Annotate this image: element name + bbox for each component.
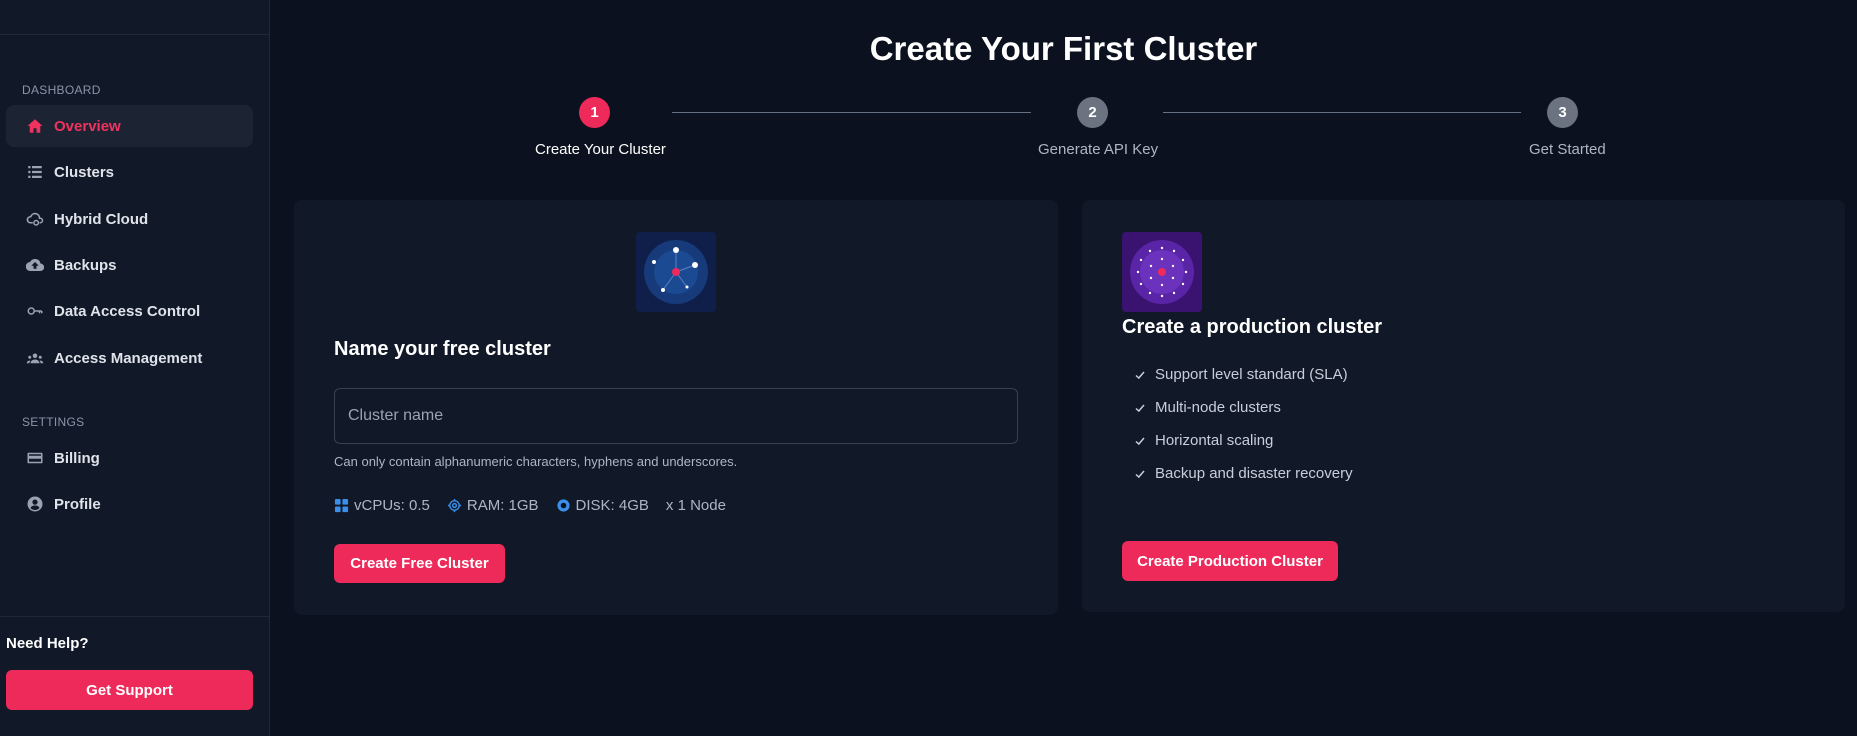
create-production-cluster-button[interactable]: Create Production Cluster: [1122, 541, 1338, 581]
credit-card-icon: [26, 449, 44, 467]
section-label-settings: SETTINGS: [22, 415, 85, 429]
sidebar: DASHBOARD Overview Clusters Hybrid Cloud…: [0, 0, 270, 736]
step-3-indicator: 3: [1547, 97, 1578, 128]
sidebar-item-label: Access Management: [54, 349, 203, 367]
sidebar-item-profile[interactable]: Profile: [6, 483, 253, 525]
section-label-dashboard: DASHBOARD: [22, 83, 101, 97]
memory-icon: [447, 498, 462, 513]
list-item: Multi-node clusters: [1134, 391, 1353, 424]
disk-spec: DISK: 4GB: [556, 497, 649, 514]
check-icon: [1134, 402, 1146, 414]
free-cluster-title: Name your free cluster: [334, 338, 551, 360]
sidebar-bottom-divider: [0, 616, 269, 617]
step-2-indicator: 2: [1077, 97, 1108, 128]
home-icon: [26, 117, 44, 135]
step-2-label: Generate API Key: [1038, 141, 1159, 158]
list-item: Support level standard (SLA): [1134, 358, 1353, 391]
feature-text: Multi-node clusters: [1155, 399, 1281, 416]
step-connector: [672, 112, 1031, 113]
cluster-specs: vCPUs: 0.5 RAM: 1GB DISK: 4GB x 1 Node: [334, 497, 743, 514]
sidebar-item-label: Billing: [54, 449, 100, 467]
user-circle-icon: [26, 495, 44, 513]
cluster-name-input[interactable]: [334, 388, 1018, 444]
list-item: Backup and disaster recovery: [1134, 457, 1353, 490]
cloud-cog-icon: [26, 210, 44, 228]
create-free-cluster-button[interactable]: Create Free Cluster: [334, 544, 505, 583]
sidebar-item-label: Profile: [54, 495, 101, 513]
feature-text: Support level standard (SLA): [1155, 366, 1348, 383]
disk-spec-text: DISK: 4GB: [575, 497, 649, 514]
list-icon: [26, 163, 44, 181]
key-icon: [26, 302, 44, 320]
disk-icon: [556, 498, 571, 513]
sidebar-item-access-management[interactable]: Access Management: [6, 337, 253, 379]
page-title: Create Your First Cluster: [869, 30, 1258, 67]
sidebar-item-overview[interactable]: Overview: [6, 105, 253, 147]
step-1-indicator: 1: [579, 97, 610, 128]
step-connector: [1163, 112, 1521, 113]
get-support-button[interactable]: Get Support: [6, 670, 253, 710]
vcpu-spec: vCPUs: 0.5: [334, 497, 430, 514]
step-3-label: Get Started: [1529, 141, 1606, 158]
sidebar-item-data-access-control[interactable]: Data Access Control: [6, 290, 253, 332]
check-icon: [1134, 435, 1146, 447]
users-icon: [26, 349, 44, 367]
step-1-label: Create Your Cluster: [535, 141, 666, 158]
sidebar-top-divider: [0, 34, 269, 35]
list-item: Horizontal scaling: [1134, 424, 1353, 457]
ram-spec: RAM: 1GB: [447, 497, 539, 514]
sidebar-item-clusters[interactable]: Clusters: [6, 151, 253, 193]
vcpu-spec-text: vCPUs: 0.5: [354, 497, 430, 514]
sidebar-item-billing[interactable]: Billing: [6, 437, 253, 479]
cluster-name-hint: Can only contain alphanumeric characters…: [334, 454, 738, 469]
sidebar-item-label: Overview: [54, 117, 121, 135]
sidebar-item-backups[interactable]: Backups: [6, 244, 253, 286]
cloud-upload-icon: [26, 256, 44, 274]
nodes-spec: x 1 Node: [665, 497, 726, 514]
need-help-label: Need Help?: [6, 635, 89, 652]
free-cluster-logo-icon: [636, 232, 716, 312]
free-cluster-card: Name your free cluster Can only contain …: [294, 200, 1058, 615]
check-icon: [1134, 369, 1146, 381]
cpu-grid-icon: [334, 498, 349, 513]
sidebar-item-label: Backups: [54, 256, 117, 274]
sidebar-item-label: Data Access Control: [54, 302, 201, 320]
production-feature-list: Support level standard (SLA) Multi-node …: [1134, 358, 1353, 490]
ram-spec-text: RAM: 1GB: [466, 497, 539, 514]
production-cluster-card: Create a production cluster Support leve…: [1082, 200, 1845, 612]
sidebar-item-label: Clusters: [54, 163, 115, 181]
sidebar-item-label: Hybrid Cloud: [54, 210, 149, 228]
sidebar-item-hybrid-cloud[interactable]: Hybrid Cloud: [6, 198, 253, 240]
feature-text: Backup and disaster recovery: [1155, 465, 1353, 482]
feature-text: Horizontal scaling: [1155, 432, 1274, 449]
production-cluster-logo-icon: [1122, 232, 1202, 312]
production-cluster-title: Create a production cluster: [1122, 316, 1383, 338]
check-icon: [1134, 468, 1146, 480]
